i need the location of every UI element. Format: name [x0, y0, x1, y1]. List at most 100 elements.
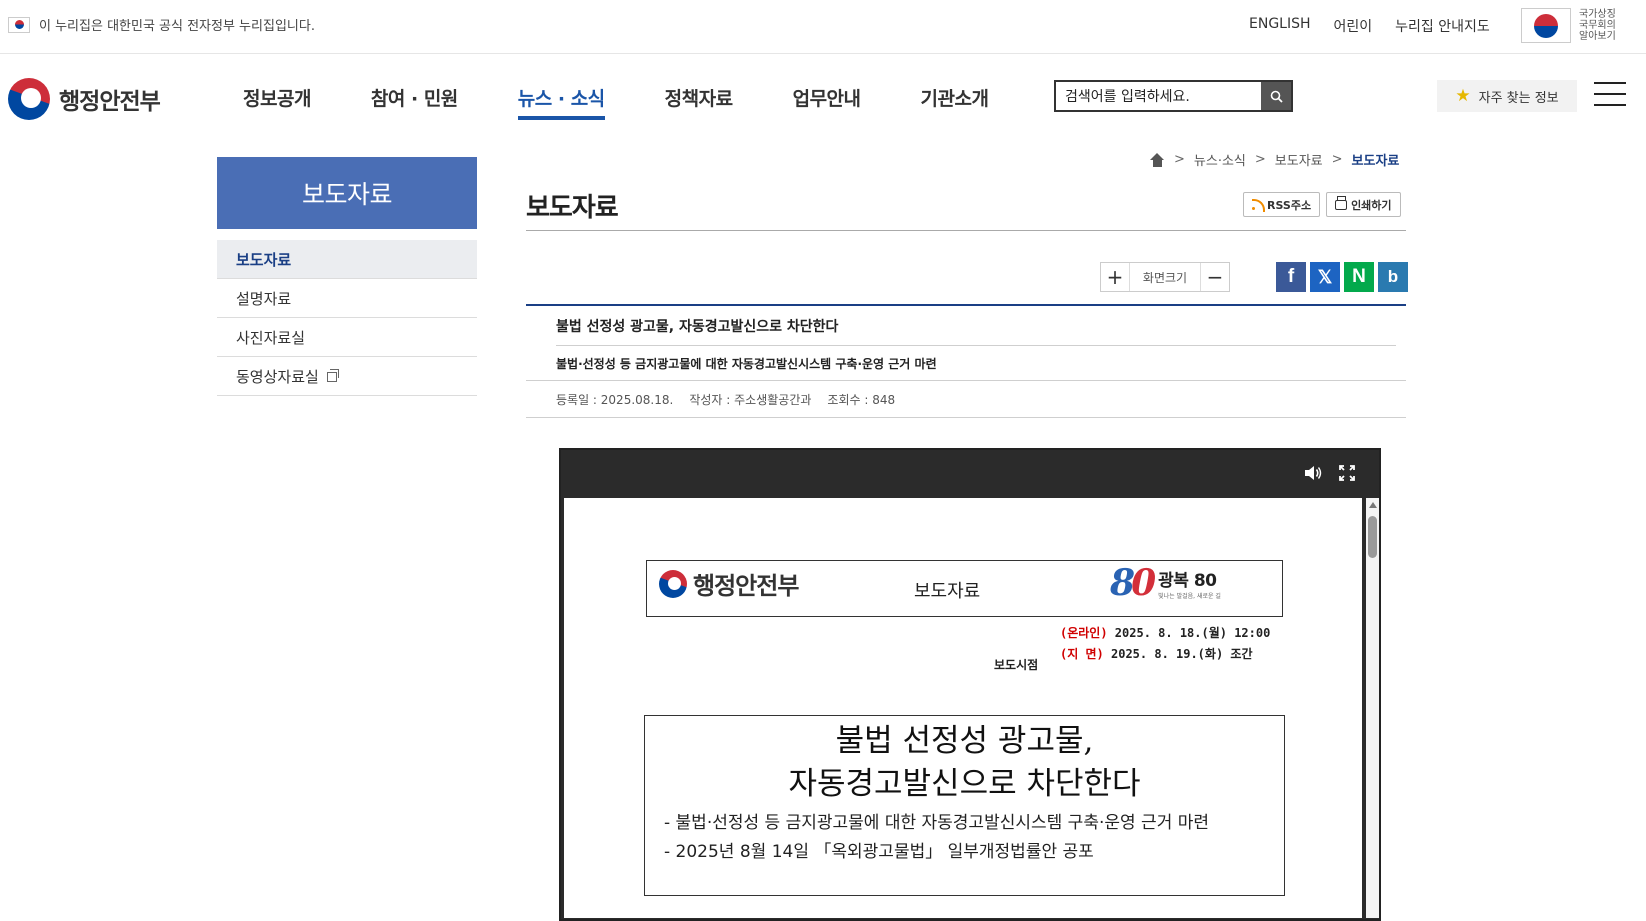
zoom-out-button[interactable]: −	[1201, 263, 1229, 291]
print-button[interactable]: 인쇄하기	[1326, 192, 1401, 217]
article-meta: 등록일 : 2025.08.18. 작성자 : 주소생활공간과 조회수 : 84…	[526, 381, 1406, 418]
zoom-label: 화면크기	[1129, 263, 1201, 291]
print-icon	[1335, 195, 1348, 210]
nav-news[interactable]: 뉴스 · 소식	[517, 84, 605, 120]
title-divider	[526, 230, 1406, 231]
logo-text: 행정안전부	[59, 89, 161, 115]
lnb-item-videos[interactable]: 동영상자료실	[217, 357, 477, 396]
breadcrumb-separator: >	[1174, 152, 1185, 167]
doc-bullet: - 불법·선정성 등 금지광고물에 대한 자동경고발신시스템 구축·운영 근거 …	[664, 813, 1210, 833]
breadcrumb-separator: >	[1254, 152, 1266, 167]
doc-title-line: 자동경고발신으로 차단한다	[788, 766, 1141, 802]
taegeukgi-icon	[1521, 8, 1571, 43]
lnb-item-photos[interactable]: 사진자료실	[217, 318, 477, 357]
zoom-control: + 화면크기 −	[1100, 262, 1230, 292]
nav-policy[interactable]: 정책자료	[665, 84, 733, 117]
page-title: 보도자료	[526, 193, 619, 223]
emblem-title: 광복 80	[1158, 571, 1217, 591]
x-icon[interactable]: 𝕏	[1310, 262, 1340, 292]
document-viewer: 행정안전부 보도자료 80 광복 80 빛나는 발걸음, 새로운 길 보도시점 …	[559, 448, 1381, 921]
doc-bullet: - 2025년 8월 14일 「옥외광고물법」 일부개정법률안 공포	[664, 842, 1094, 862]
breadcrumb-news[interactable]: 뉴스·소식	[1194, 150, 1246, 169]
doc-logo-text: 행정안전부	[693, 572, 799, 600]
article-date: 등록일 : 2025.08.18.	[556, 392, 674, 407]
gov-notice[interactable]: 이 누리집은 대한민국 공식 전자정부 누리집입니다.	[8, 15, 315, 34]
breadcrumb-current[interactable]: 보도자료	[1352, 150, 1400, 169]
nav-info-disclosure[interactable]: 정보공개	[243, 84, 311, 117]
emblem-num-main: 8	[1110, 562, 1135, 604]
article-author: 작성자 : 주소생활공간과	[689, 392, 812, 407]
doc-title: 불법 선정성 광고물, 자동경고발신으로 차단한다	[645, 720, 1284, 806]
scroll-up-arrow-icon[interactable]	[1369, 502, 1377, 508]
rss-label: RSS주소	[1267, 198, 1312, 212]
doc-title-line: 불법 선정성 광고물,	[835, 723, 1094, 759]
speaker-icon[interactable]	[1303, 463, 1323, 483]
nav-work-guide[interactable]: 업무안내	[793, 84, 861, 117]
viewer-toolbar	[561, 450, 1379, 496]
lnb-item-label: 사진자료실	[236, 328, 306, 347]
breadcrumb-separator: >	[1331, 152, 1343, 167]
rss-button[interactable]: RSS주소	[1243, 192, 1321, 217]
hamburger-line	[1594, 104, 1626, 106]
zoom-in-button[interactable]: +	[1101, 263, 1129, 291]
doc-type: 보도자료	[914, 581, 981, 602]
lnb-item-label: 보도자료	[236, 250, 292, 269]
article-subtitle: 불법·선정성 등 금지광고물에 대한 자동경고발신시스템 구축·운영 근거 마련	[526, 346, 1406, 381]
scroll-thumb[interactable]	[1368, 516, 1377, 558]
emblem-text: 광복 80 빛나는 발걸음, 새로운 길	[1158, 566, 1221, 600]
release-online: (온라인) 2025. 8. 18.(월) 12:00	[1060, 623, 1290, 644]
nav-participation[interactable]: 참여 · 민원	[371, 84, 458, 117]
emblem-number: 80	[1110, 562, 1156, 604]
search-box	[1054, 80, 1293, 112]
facebook-icon[interactable]: f	[1276, 262, 1306, 292]
emblem-subtitle: 빛나는 발걸음, 새로운 길	[1158, 593, 1221, 600]
search-button[interactable]	[1261, 82, 1291, 110]
liberation-80-emblem: 80 광복 80 빛나는 발걸음, 새로운 길	[1110, 562, 1221, 604]
home-icon[interactable]	[1150, 152, 1165, 167]
doc-logo: 행정안전부	[659, 566, 799, 601]
rss-icon	[1252, 199, 1265, 212]
link-english[interactable]: ENGLISH	[1249, 16, 1311, 36]
release-print-time: 2025. 8. 19.(화) 조간	[1103, 647, 1253, 661]
search-input[interactable]	[1056, 82, 1261, 110]
all-menu-button[interactable]	[1594, 82, 1626, 106]
hamburger-line	[1594, 82, 1626, 84]
lnb-item-press-release[interactable]: 보도자료	[217, 240, 477, 279]
lnb-title: 보도자료	[217, 157, 477, 229]
favorites-button[interactable]: ★ 자주 찾는 정보	[1437, 80, 1577, 112]
national-symbol-link[interactable]: 국가상징 국무회의 알아보기	[1521, 8, 1621, 43]
article-views: 조회수 : 848	[827, 392, 896, 407]
utility-links: ENGLISH 어린이 누리집 안내지도	[1249, 16, 1490, 36]
ministry-emblem-icon	[659, 569, 687, 598]
release-online-time: 2025. 8. 18.(월) 12:00	[1107, 626, 1271, 640]
release-print: (지 면) 2025. 8. 19.(화) 조간	[1060, 644, 1290, 665]
favorites-label: 자주 찾는 정보	[1478, 90, 1559, 106]
nav-about[interactable]: 기관소개	[921, 84, 989, 117]
new-window-icon	[326, 369, 339, 382]
band-icon[interactable]: b	[1378, 262, 1408, 292]
article-header: 불법 선정성 광고물, 자동경고발신으로 차단한다 불법·선정성 등 금지광고물…	[526, 304, 1406, 418]
lnb-item-explanation[interactable]: 설명자료	[217, 279, 477, 318]
gov-notice-text: 이 누리집은 대한민국 공식 전자정부 누리집입니다.	[39, 19, 315, 34]
doc-header-box: 행정안전부 보도자료 80 광복 80 빛나는 발걸음, 새로운 길	[646, 560, 1283, 617]
lnb-list: 보도자료 설명자료 사진자료실 동영상자료실	[217, 240, 477, 396]
hamburger-line	[1594, 93, 1626, 95]
link-sitemap[interactable]: 누리집 안내지도	[1395, 16, 1490, 36]
korea-flag-icon	[8, 16, 30, 33]
fullscreen-icon[interactable]	[1337, 463, 1357, 483]
breadcrumb: > 뉴스·소식 > 보도자료 > 보도자료	[1150, 150, 1399, 169]
link-kids[interactable]: 어린이	[1334, 16, 1373, 36]
top-utility-bar: 이 누리집은 대한민국 공식 전자정부 누리집입니다. ENGLISH 어린이 …	[0, 0, 1646, 54]
lnb-item-label: 동영상자료실	[236, 367, 319, 386]
breadcrumb-press[interactable]: 보도자료	[1275, 150, 1323, 169]
naver-icon[interactable]: N	[1344, 262, 1374, 292]
doc-bullets: - 불법·선정성 등 금지광고물에 대한 자동경고발신시스템 구축·운영 근거 …	[664, 809, 1264, 867]
release-print-tag: (지 면)	[1060, 647, 1104, 661]
viewer-scrollbar[interactable]	[1366, 498, 1379, 918]
doc-title-box: 불법 선정성 광고물, 자동경고발신으로 차단한다 - 불법·선정성 등 금지광…	[644, 715, 1285, 896]
title-actions: RSS주소 인쇄하기	[1243, 192, 1401, 217]
national-symbol-label: 국가상징 국무회의 알아보기	[1579, 9, 1616, 42]
ministry-emblem-icon	[8, 78, 50, 120]
document-page[interactable]: 행정안전부 보도자료 80 광복 80 빛나는 발걸음, 새로운 길 보도시점 …	[564, 498, 1362, 918]
site-logo[interactable]: 행정안전부	[8, 78, 161, 120]
